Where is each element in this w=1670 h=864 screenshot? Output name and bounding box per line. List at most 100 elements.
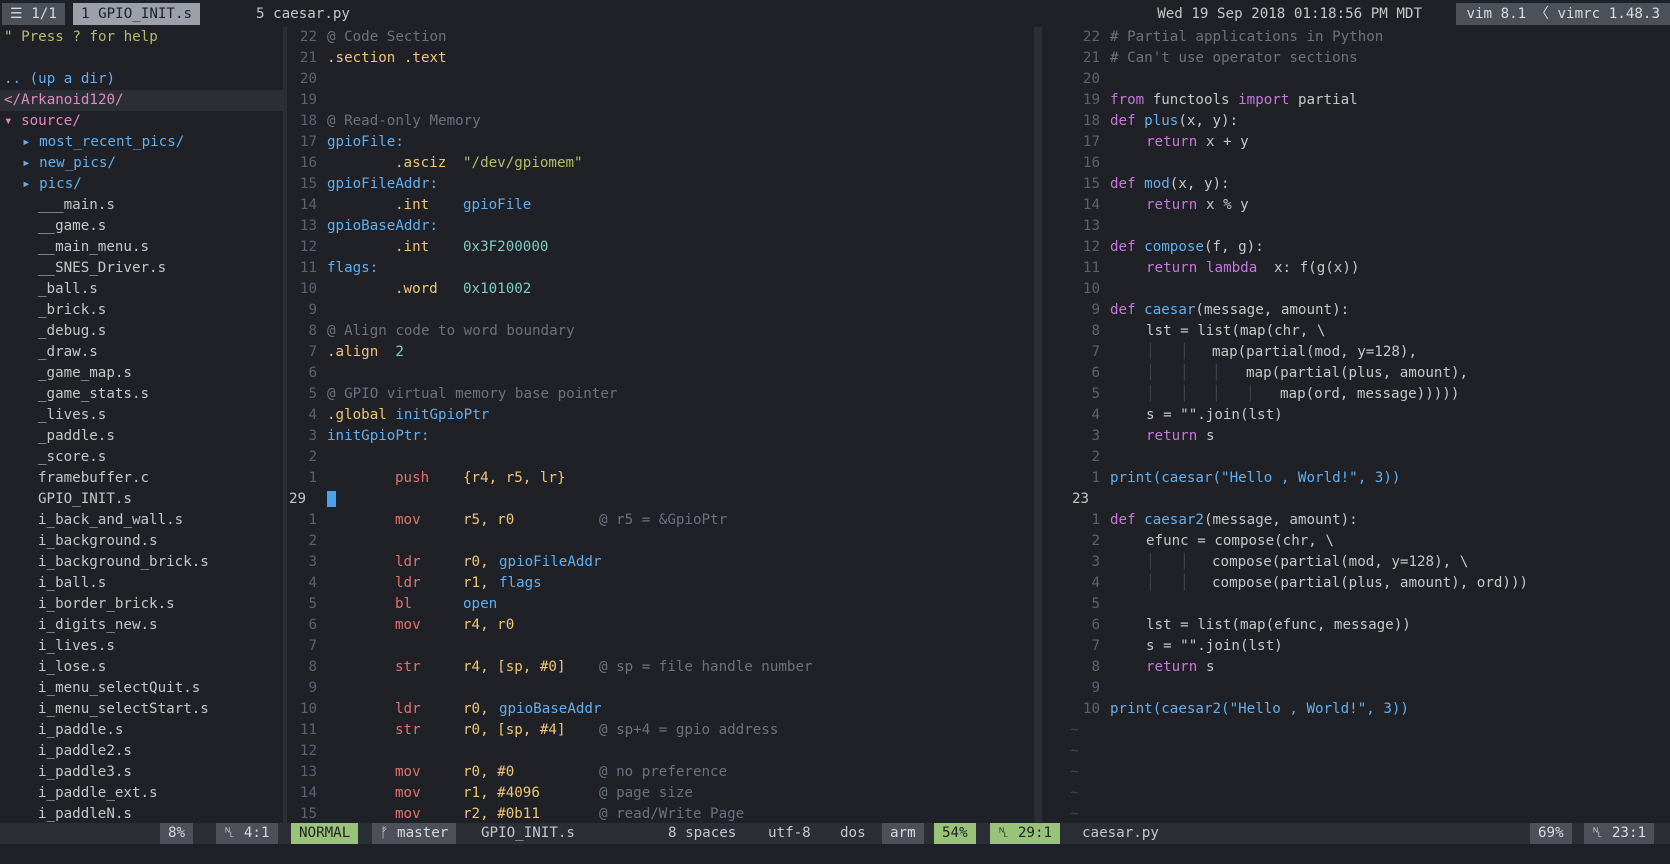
tree-file-item[interactable]: i_lives.s (4, 636, 283, 657)
code-line: 8 lst = list(map(chr, \ (1070, 321, 1670, 342)
code-token: plus (1144, 113, 1179, 129)
code-token: ldr (395, 575, 421, 591)
code-token: r5, r0 (463, 512, 515, 528)
line-number: 14 (299, 197, 317, 213)
code-line: 15 mov r2, #0b11 @ read/Write Page (287, 804, 1034, 823)
editor-pane-caesar[interactable]: 22 # Partial applications in Python 21 # Ca… (1070, 27, 1670, 823)
vim-version: vim 8.1 〈 vimrc 1.48.3 (1456, 3, 1670, 25)
code-token: │ (1146, 554, 1155, 570)
tree-file-item[interactable]: _draw.s (4, 342, 283, 363)
code-token: (f, g): (1203, 239, 1264, 255)
code-line: 6 (287, 363, 1034, 384)
code-line: 6 │ │ │ map(partial(plus, amount), (1070, 363, 1670, 384)
tree-file-item[interactable]: _game_stats.s (4, 384, 283, 405)
code-token: .word (395, 281, 438, 297)
tree-file-item[interactable]: i_lose.s (4, 657, 283, 678)
code-text: .align 2 (327, 342, 404, 363)
tree-file-item[interactable]: i_paddleN.s (4, 804, 283, 823)
line-number: 6 (1091, 617, 1100, 633)
tree-file-item[interactable]: i_menu_selectQuit.s (4, 678, 283, 699)
tree-file-item[interactable]: i_paddle2.s (4, 741, 283, 762)
code-line: 29 (287, 489, 1034, 510)
tree-file-item[interactable]: ___main.s (4, 195, 283, 216)
line-number: 7 (308, 344, 317, 360)
code-token: functools (1152, 92, 1230, 108)
code-token: s = "".join(lst) (1146, 407, 1283, 423)
tree-file-item[interactable]: _score.s (4, 447, 283, 468)
code-line: 16 (1070, 153, 1670, 174)
line-number: 18 (1082, 113, 1100, 129)
tree-file-item[interactable]: __SNES_Driver.s (4, 258, 283, 279)
line-number: 3 (1091, 428, 1100, 444)
code-text: def compose(f, g): (1110, 237, 1264, 258)
mode-indicator: NORMAL (291, 823, 359, 844)
code-token: s (1206, 428, 1215, 444)
code-text: gpioFileAddr: (327, 174, 438, 195)
tree-file-item[interactable]: i_paddle_ext.s (4, 783, 283, 804)
tree-file-item[interactable]: i_ball.s (4, 573, 283, 594)
tree-file-item[interactable]: _debug.s (4, 321, 283, 342)
code-token: @ GPIO virtual memory base pointer (327, 386, 618, 402)
tree-file-item[interactable]: framebuffer.c (4, 468, 283, 489)
tree-file-item[interactable]: _game_map.s (4, 363, 283, 384)
tree-root[interactable]: </Arkanoid120/ (0, 90, 283, 111)
tree-dir-item[interactable]: ▸ pics/ (4, 174, 283, 195)
tree-file-item[interactable]: _ball.s (4, 279, 283, 300)
code-line: 7 (287, 636, 1034, 657)
code-line: 15 gpioFileAddr: (287, 174, 1034, 195)
tree-file-item[interactable]: i_digits_new.s (4, 615, 283, 636)
nerdtree-pane[interactable]: " Press ? for help .. (up a dir) </Arkan… (0, 27, 283, 823)
line-number: 1 (1091, 512, 1100, 528)
line-number: 4 (1091, 575, 1100, 591)
code-token: str (395, 722, 421, 738)
tree-dir-item[interactable]: ▸ new_pics/ (4, 153, 283, 174)
code-token: lst = list(map(chr, \ (1146, 323, 1326, 339)
code-token: 0x101002 (463, 281, 532, 297)
code-text (327, 489, 336, 510)
code-token: {r4, r5, lr} (463, 470, 566, 486)
editor-pane-gpio-init[interactable]: 22 @ Code Section 21 .section .text 20 19 18 @ … (287, 27, 1034, 823)
tree-file-item[interactable]: _lives.s (4, 405, 283, 426)
tree-file-item[interactable]: __main_menu.s (4, 237, 283, 258)
line-number: 14 (1082, 197, 1100, 213)
code-line: 8 return s (1070, 657, 1670, 678)
tabline: ☰ 1/1 1 GPIO_INIT.s 5 caesar.py Wed 19 S… (0, 0, 1670, 27)
tree-dir-item[interactable]: ▸ most_recent_pics/ (4, 132, 283, 153)
tree-file-item[interactable]: i_paddle.s (4, 720, 283, 741)
tree-up-dir[interactable]: .. (up a dir) (4, 69, 283, 90)
tree-blank (4, 48, 283, 69)
tree-file-item[interactable]: i_background_brick.s (4, 552, 283, 573)
code-token: "/dev/gpiomem" (463, 155, 583, 171)
code-token: partial (1297, 92, 1358, 108)
tree-file-item[interactable]: _paddle.s (4, 426, 283, 447)
code-line: 10 ldr r0, gpioBaseAddr (287, 699, 1034, 720)
code-token: r1, #4096 (463, 785, 540, 801)
line-number: 22 (1082, 29, 1100, 45)
line-number: 12 (1082, 239, 1100, 255)
line-number: 3 (1091, 554, 1100, 570)
code-token: gpioFileAddr: (327, 176, 439, 192)
tree-file-item[interactable]: i_paddle3.s (4, 762, 283, 783)
command-line[interactable] (0, 844, 1670, 864)
tree-file-item[interactable]: __game.s (4, 216, 283, 237)
tree-help: " Press ? for help (4, 29, 158, 45)
tree-file-item[interactable]: i_border_brick.s (4, 594, 283, 615)
code-token: x: f(g(x)) (1274, 260, 1360, 276)
tree-file-item[interactable]: i_background.s (4, 531, 283, 552)
line-number: 5 (308, 386, 317, 402)
line-number: 4 (308, 407, 317, 423)
code-token: # Partial applications in Python (1110, 29, 1384, 45)
tree-file-item[interactable]: _brick.s (4, 300, 283, 321)
tab-gpio-init[interactable]: 1 GPIO_INIT.s (73, 3, 201, 25)
tab-caesar[interactable]: 5 caesar.py (248, 3, 358, 25)
tree-file-item[interactable]: GPIO_INIT.s (4, 489, 283, 510)
code-line: 18 def plus(x, y): (1070, 111, 1670, 132)
code-token: mov (395, 785, 421, 801)
tree-source-dir[interactable]: ▾ source/ (4, 111, 283, 132)
code-line: 12 .int 0x3F200000 (287, 237, 1034, 258)
code-token: .text (403, 50, 447, 66)
tab-count[interactable]: ☰ 1/1 (2, 3, 65, 25)
tree-file-item[interactable]: i_back_and_wall.s (4, 510, 283, 531)
tree-file-item[interactable]: i_menu_selectStart.s (4, 699, 283, 720)
